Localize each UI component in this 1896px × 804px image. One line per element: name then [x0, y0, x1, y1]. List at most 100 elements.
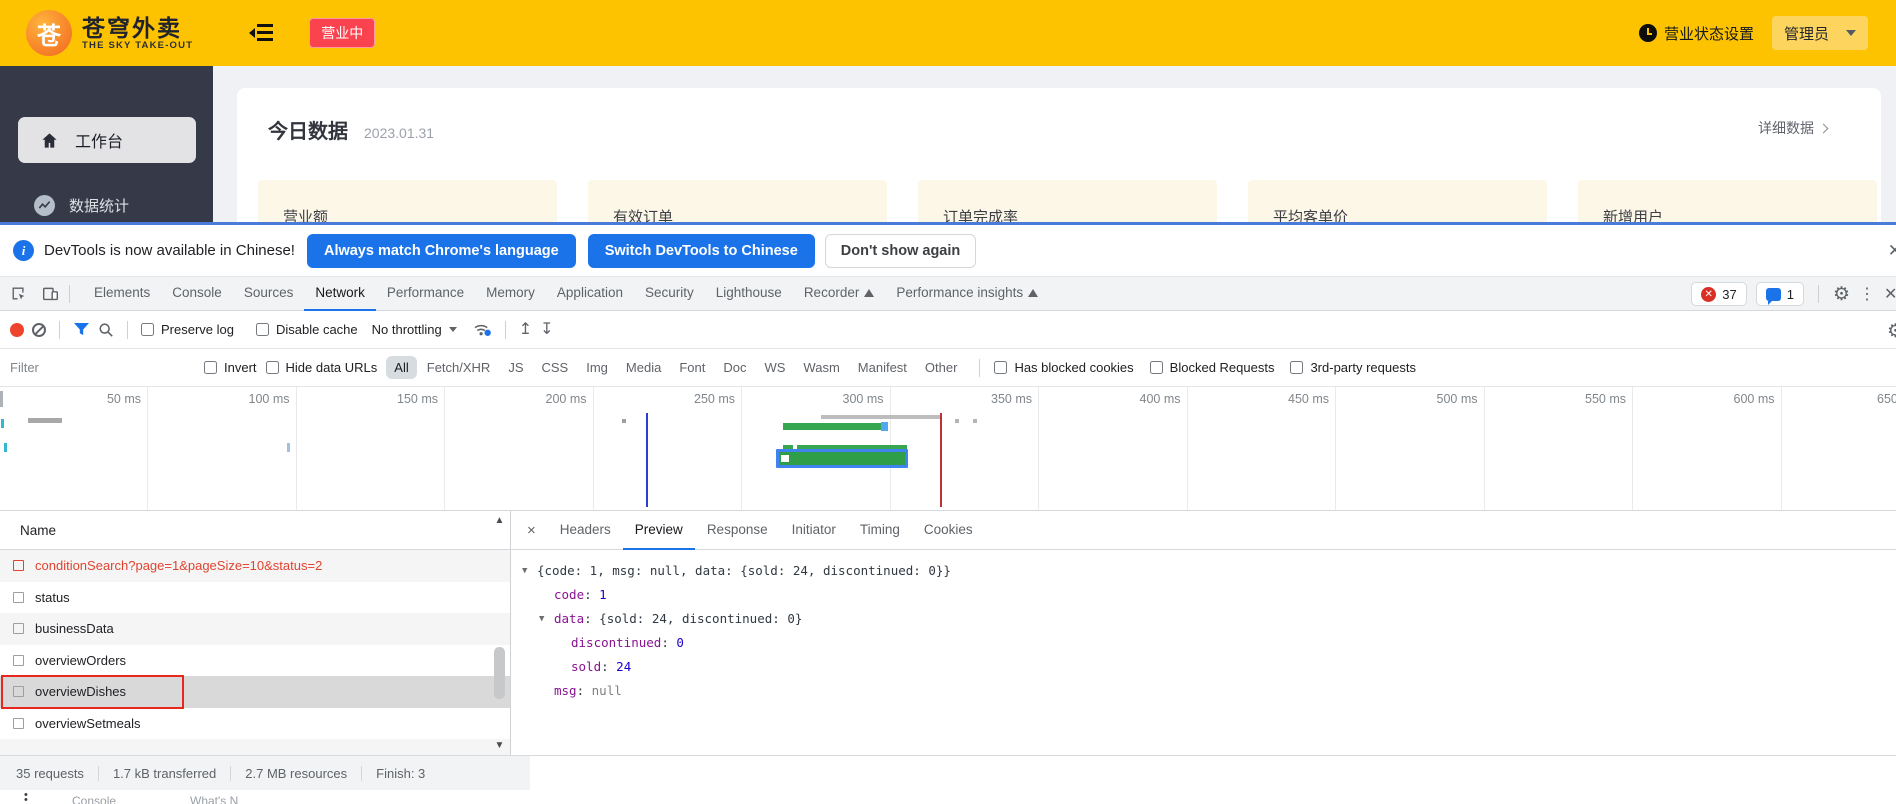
detail-tab-preview[interactable]: Preview [622, 511, 695, 550]
filter-checkbox-label: Has blocked cookies [1014, 360, 1134, 375]
request-row[interactable]: businessData [0, 613, 510, 645]
settings-gear-icon[interactable]: ⚙ [1833, 283, 1850, 306]
sidebar-item-workbench[interactable]: 工作台 [18, 117, 196, 163]
filter-checkbox-blocked-requests[interactable]: Blocked Requests [1149, 360, 1274, 375]
export-har-icon[interactable]: ↧ [540, 321, 553, 338]
filter-checkbox-has-blocked-cookies[interactable]: Has blocked cookies [994, 360, 1134, 375]
sidebar-collapse-icon[interactable] [249, 24, 274, 42]
detail-data-link[interactable]: 详细数据 [1758, 118, 1829, 138]
request-list-header[interactable]: Name [0, 511, 510, 550]
filter-chip-font[interactable]: Font [671, 356, 713, 379]
devtools-close-icon[interactable]: ✕ [1884, 284, 1896, 304]
detail-tab-initiator[interactable]: Initiator [780, 511, 848, 550]
invert-checkbox[interactable]: Invert [204, 360, 257, 375]
json-tree-line[interactable]: sold: 24 [511, 655, 1896, 679]
disable-cache-checkbox[interactable]: Disable cache [255, 322, 358, 337]
tab-security[interactable]: Security [634, 277, 705, 311]
json-tree-line[interactable]: discontinued: 0 [511, 631, 1896, 655]
detail-tab-response[interactable]: Response [695, 511, 780, 550]
device-toolbar-icon[interactable] [36, 281, 64, 307]
drawer-whatsnew-hint[interactable]: What's N [190, 794, 238, 804]
admin-dropdown[interactable]: 管理员 [1772, 16, 1868, 50]
screenshot-root: 苍 苍穹外卖 THE SKY TAKE-OUT 营业中 营业状态设置 管理员 工… [0, 0, 1896, 804]
request-row[interactable]: conditionSearch?page=1&pageSize=10&statu… [0, 550, 510, 582]
json-tree-line[interactable]: ▼ {code: 1, msg: null, data: {sold: 24, d… [511, 559, 1896, 583]
timeline-gridline [1780, 387, 1782, 510]
summary-item: 1.7 kB transferred [97, 766, 230, 781]
issues-count-badge[interactable]: 1 [1755, 282, 1804, 306]
tab-console[interactable]: Console [161, 277, 233, 311]
filter-checkbox-3rd-party-requests[interactable]: 3rd-party requests [1290, 360, 1416, 375]
switch-chinese-button[interactable]: Switch DevTools to Chinese [587, 233, 815, 268]
request-list-scrollbar[interactable]: ▲ ▼ [493, 513, 506, 753]
drawer-console-hint[interactable]: Console [72, 794, 116, 804]
request-row[interactable]: overviewDishes [0, 676, 510, 708]
filter-chip-fetch-xhr[interactable]: Fetch/XHR [419, 356, 499, 379]
divider [504, 320, 506, 339]
filter-chip-wasm[interactable]: Wasm [795, 356, 847, 379]
import-har-icon[interactable]: ↥ [519, 321, 532, 338]
match-language-button[interactable]: Always match Chrome's language [306, 233, 576, 268]
tab-label: Network [315, 285, 365, 300]
waterfall-bar-selected[interactable] [776, 449, 908, 468]
dismiss-banner-button[interactable]: Don't show again [824, 233, 977, 268]
timeline-gridline [1483, 387, 1485, 510]
preserve-log-checkbox[interactable]: Preserve log [141, 322, 234, 337]
filter-chip-other[interactable]: Other [917, 356, 966, 379]
business-status-settings-button[interactable]: 营业状态设置 [1638, 23, 1754, 44]
tab-sources[interactable]: Sources [233, 277, 305, 311]
scroll-down-icon[interactable]: ▼ [493, 740, 506, 751]
page-title: 今日数据 [268, 121, 348, 143]
search-icon[interactable] [98, 322, 114, 338]
banner-close-icon[interactable]: ✕ [1888, 241, 1896, 261]
tab-memory[interactable]: Memory [475, 277, 546, 311]
tab-performance-insights[interactable]: Performance insights [885, 277, 1049, 311]
request-row[interactable]: overviewOrders [0, 645, 510, 677]
tab-application[interactable]: Application [546, 277, 634, 311]
expand-arrow-icon[interactable]: ▼ [539, 607, 544, 631]
request-name: overviewOrders [35, 652, 127, 668]
json-tree-line[interactable]: ▼ data: {sold: 24, discontinued: 0} [511, 607, 1896, 631]
throttling-dropdown[interactable]: No throttling [372, 322, 457, 337]
json-tree-line[interactable]: msg: null [511, 679, 1896, 703]
filter-chip-all[interactable]: All [386, 356, 417, 379]
detail-tab-timing[interactable]: Timing [848, 511, 912, 550]
filter-chip-img[interactable]: Img [578, 356, 616, 379]
filter-chip-css[interactable]: CSS [534, 356, 577, 379]
tab-elements[interactable]: Elements [83, 277, 161, 311]
network-conditions-icon[interactable] [473, 322, 492, 337]
record-network-log-icon[interactable] [10, 322, 24, 337]
request-row[interactable]: overviewSetmeals [0, 708, 510, 740]
detail-tab-headers[interactable]: Headers [548, 511, 623, 550]
tab-network[interactable]: Network [304, 277, 376, 311]
tab-performance[interactable]: Performance [376, 277, 475, 311]
json-token-key: discontinued [571, 635, 662, 650]
scrollbar-thumb[interactable] [494, 647, 505, 699]
request-row[interactable]: status [0, 582, 510, 614]
network-settings-gear-icon[interactable]: ⚙ [1887, 320, 1896, 343]
detail-tab-cookies[interactable]: Cookies [912, 511, 985, 550]
request-name: overviewDishes [35, 684, 127, 700]
sidebar-item-statistics[interactable]: 数据统计 [34, 195, 129, 216]
clear-network-log-icon[interactable] [32, 322, 46, 337]
json-token-key: msg [554, 683, 577, 698]
hide-data-urls-checkbox[interactable]: Hide data URLs [265, 360, 377, 375]
more-options-icon[interactable]: ⋮ [1859, 284, 1875, 304]
expand-arrow-icon[interactable]: ▼ [522, 559, 527, 583]
network-overview-timeline[interactable]: 50 ms 100 ms 150 ms 200 ms 250 ms 300 ms 350 m… [0, 387, 1896, 511]
tab-recorder[interactable]: Recorder [793, 277, 886, 311]
statistics-icon [34, 195, 55, 216]
filter-chip-manifest[interactable]: Manifest [850, 356, 915, 379]
inspect-element-icon[interactable] [4, 281, 32, 307]
filter-funnel-icon[interactable] [73, 322, 90, 337]
tab-lighthouse[interactable]: Lighthouse [705, 277, 793, 311]
filter-chip-ws[interactable]: WS [756, 356, 793, 379]
scroll-up-icon[interactable]: ▲ [493, 515, 506, 526]
filter-input[interactable] [10, 360, 195, 375]
error-count-badge[interactable]: ✕ 37 [1691, 282, 1747, 306]
filter-chip-media[interactable]: Media [618, 356, 669, 379]
filter-chip-js[interactable]: JS [500, 356, 531, 379]
filter-chip-doc[interactable]: Doc [715, 356, 754, 379]
close-detail-icon[interactable]: × [511, 522, 548, 539]
json-tree-line[interactable]: code: 1 [511, 583, 1896, 607]
